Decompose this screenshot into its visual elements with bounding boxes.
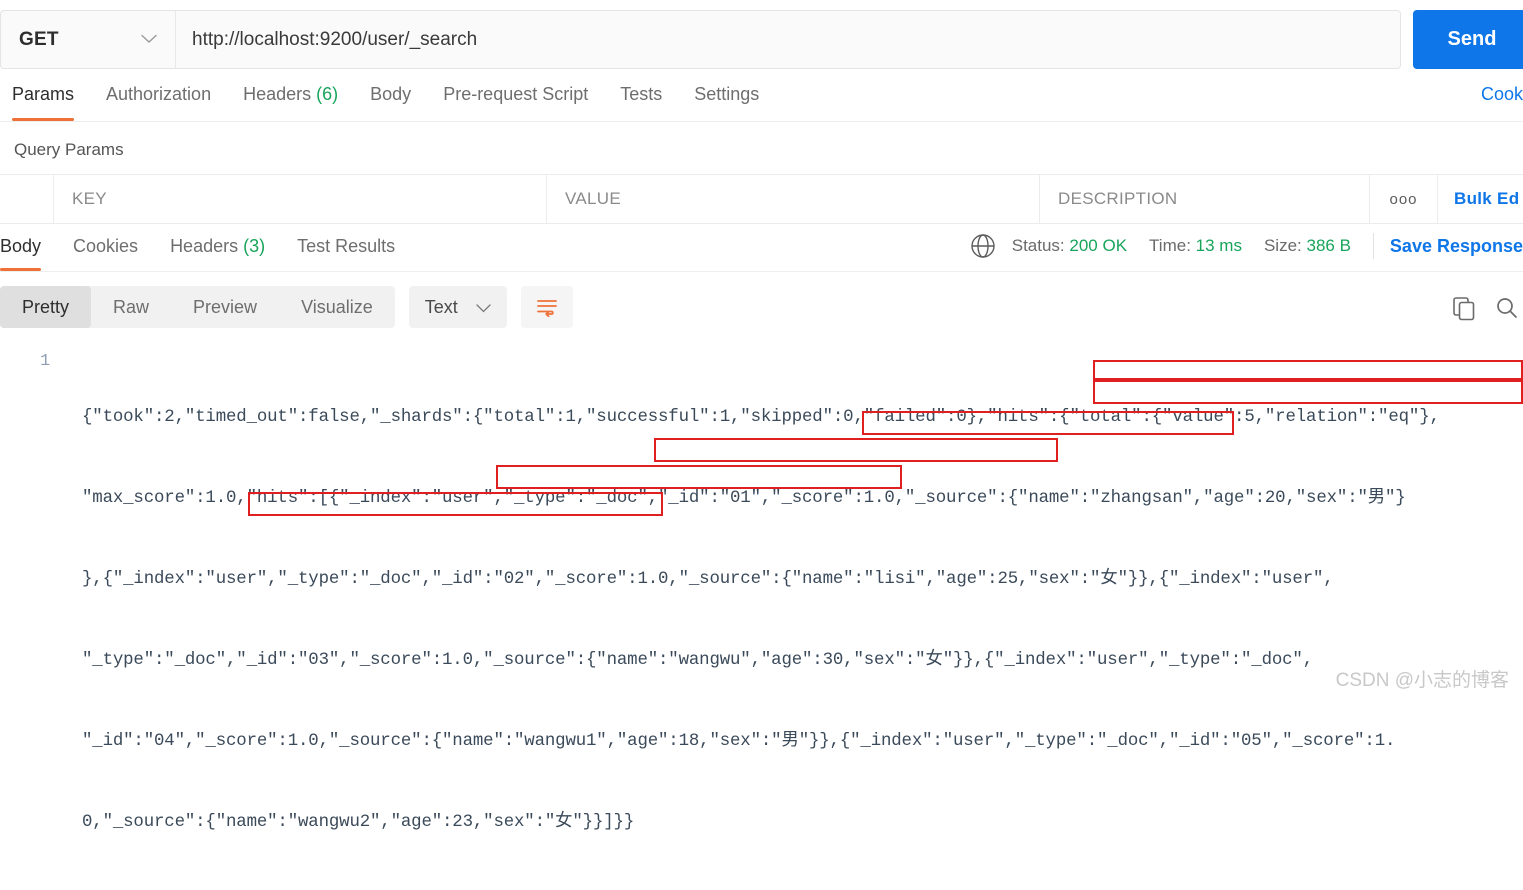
- response-tab-headers-count: (3): [243, 236, 266, 256]
- response-tab-cookies-label: Cookies: [73, 236, 139, 256]
- column-header-description: DESCRIPTION: [1040, 175, 1370, 223]
- tab-headers-label: Headers: [243, 84, 312, 104]
- column-header-value: VALUE: [547, 175, 1040, 223]
- tab-body[interactable]: Body: [370, 84, 429, 121]
- content-type-selector[interactable]: Text: [408, 286, 507, 328]
- tab-authorization-label: Authorization: [106, 84, 212, 104]
- tab-params-label: Params: [12, 84, 75, 104]
- format-tab-visualize[interactable]: Visualize: [279, 286, 395, 328]
- url-input[interactable]: http://localhost:9200/user/_search: [175, 10, 1401, 69]
- response-tab-headers-label: Headers: [170, 236, 239, 256]
- word-wrap-icon[interactable]: [520, 286, 573, 328]
- code-line: 0,"_source":{"name":"wangwu2","age":23,"…: [82, 813, 635, 832]
- response-meta: Status: 200 OK Time: 13 ms Size: 386 B S…: [970, 233, 1523, 259]
- response-actions: [1451, 295, 1519, 326]
- search-icon[interactable]: [1495, 296, 1519, 325]
- response-tab-body[interactable]: Body: [0, 236, 42, 271]
- more-options-icon[interactable]: ooo: [1370, 175, 1438, 223]
- meta-divider: [1372, 233, 1374, 259]
- size-label: Size:: [1263, 236, 1302, 255]
- format-tab-pretty[interactable]: Pretty: [0, 286, 92, 328]
- tab-authorization[interactable]: Authorization: [106, 84, 229, 121]
- line-number-gutter: 1: [40, 352, 51, 371]
- status-label: Status:: [1011, 236, 1065, 255]
- status-badge: Status: 200 OK: [1012, 236, 1127, 256]
- time-label: Time:: [1149, 236, 1191, 255]
- column-header-key: KEY: [54, 175, 547, 223]
- tab-headers[interactable]: Headers (6): [243, 84, 356, 121]
- tab-settings-label: Settings: [694, 84, 760, 104]
- time-value: 13 ms: [1195, 236, 1242, 255]
- globe-icon: [970, 233, 996, 259]
- response-tab-headers[interactable]: Headers (3): [170, 236, 265, 271]
- code-line: "_type":"_doc","_id":"03","_score":1.0,"…: [82, 651, 1313, 670]
- send-button[interactable]: Send: [1413, 10, 1523, 69]
- response-body-viewer[interactable]: 1 {"took":2,"timed_out":false,"_shards":…: [0, 340, 1523, 890]
- response-tabs: Body Cookies Headers (3) Test Results St…: [0, 224, 1523, 272]
- tab-headers-count: (6): [316, 84, 339, 104]
- save-response-button[interactable]: Save Response: [1390, 236, 1523, 257]
- status-value: 200 OK: [1069, 236, 1128, 255]
- http-method-label: GET: [19, 28, 59, 50]
- code-line: {"took":2,"timed_out":false,"_shards":{"…: [82, 408, 1440, 427]
- format-tab-preview[interactable]: Preview: [171, 286, 279, 328]
- tab-params[interactable]: Params: [12, 84, 92, 121]
- chevron-down-icon: [476, 297, 491, 318]
- bulk-edit-button[interactable]: Bulk Ed: [1438, 175, 1523, 223]
- response-tab-body-label: Body: [0, 236, 42, 256]
- response-tab-test-results[interactable]: Test Results: [297, 236, 395, 271]
- code-line: },{"_index":"user","_type":"_doc","_id":…: [82, 570, 1334, 589]
- query-params-title: Query Params: [14, 140, 124, 159]
- code-line: "max_score":1.0,"hits":[{"_index":"user"…: [82, 489, 1406, 508]
- request-url-bar: GET http://localhost:9200/user/_search S…: [0, 0, 1523, 70]
- response-tab-cookies[interactable]: Cookies: [73, 236, 138, 271]
- tab-body-label: Body: [370, 84, 412, 104]
- watermark: CSDN @小志的博客: [1335, 670, 1509, 691]
- content-type-label: Text: [424, 296, 458, 317]
- tab-pre-request-script-label: Pre-request Script: [443, 84, 589, 104]
- tab-pre-request-script[interactable]: Pre-request Script: [443, 84, 606, 121]
- http-method-selector[interactable]: GET: [0, 10, 175, 69]
- query-params-gutter: [0, 175, 54, 223]
- tab-settings[interactable]: Settings: [694, 84, 777, 121]
- format-tab-raw[interactable]: Raw: [91, 286, 171, 328]
- time-badge: Time: 13 ms: [1149, 236, 1242, 256]
- response-body-code[interactable]: {"took":2,"timed_out":false,"_shards":{"…: [82, 350, 1523, 890]
- tab-tests[interactable]: Tests: [620, 84, 680, 121]
- response-format-toolbar: Pretty Raw Preview Visualize Text: [0, 272, 1523, 340]
- url-text: http://localhost:9200/user/_search: [192, 28, 478, 50]
- size-value: 386 B: [1306, 236, 1351, 255]
- chevron-down-icon: [141, 32, 157, 47]
- size-badge: Size: 386 B: [1264, 236, 1351, 256]
- cookies-link[interactable]: Cook: [1481, 84, 1523, 105]
- response-tab-test-results-label: Test Results: [297, 236, 396, 256]
- code-line: "_id":"04","_score":1.0,"_source":{"name…: [82, 732, 1396, 751]
- request-tabs: Params Authorization Headers (6) Body Pr…: [0, 70, 1523, 122]
- format-segmented-control: Pretty Raw Preview Visualize: [0, 286, 395, 328]
- copy-icon[interactable]: [1451, 295, 1477, 326]
- query-params-table-header: KEY VALUE DESCRIPTION ooo Bulk Ed: [0, 174, 1523, 224]
- tab-tests-label: Tests: [620, 84, 663, 104]
